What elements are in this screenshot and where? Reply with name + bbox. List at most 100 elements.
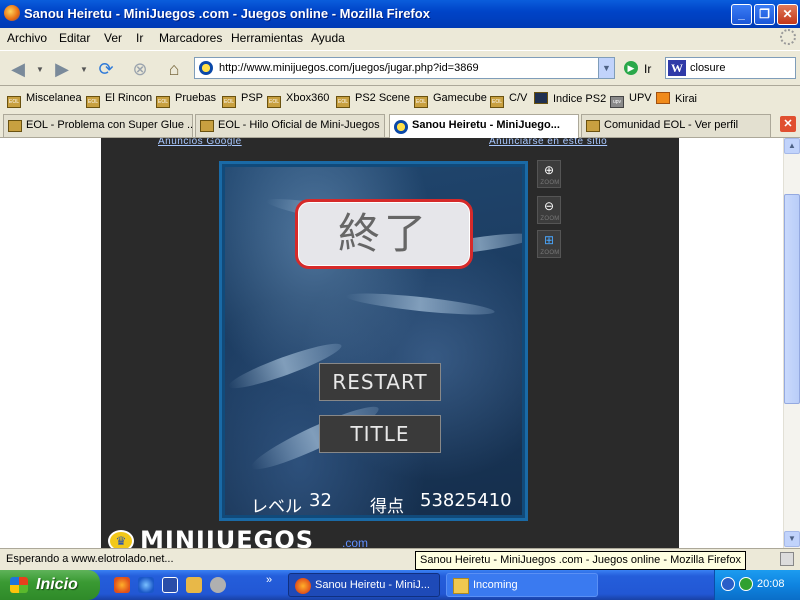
go-arrow-icon: ▶ [624,61,638,75]
search-box[interactable]: W closure [665,57,796,79]
app-quicklaunch-icon[interactable] [210,577,226,593]
scroll-thumb[interactable] [784,194,800,404]
bookmark-icon: EOL [267,96,281,108]
bookmark-label: Pruebas [175,92,216,104]
zoom-fit-icon: ⊞ [543,233,555,247]
quicklaunch-more-icon[interactable]: » [266,574,272,586]
taskbar-item-firefox[interactable]: Sanou Heiretu - MiniJ... [288,573,440,597]
advertise-link[interactable]: Anunciarse en este sitio [489,138,607,147]
page-status-icon[interactable] [780,552,794,566]
zoom-in-button[interactable]: ⊕ ZOOM [537,160,561,188]
clock[interactable]: 20:08 [757,578,785,590]
minijuegos-logo[interactable]: ♛ MINIJUEGOS .com [104,526,394,548]
zoom-out-button[interactable]: ⊖ ZOOM [537,196,561,224]
game-frame[interactable]: 終了 RESTART TITLE レベル 32 得点 53825410 [219,161,528,521]
menu-archivo[interactable]: Archivo [7,31,47,45]
bookmark-icon: EOL [336,96,350,108]
close-tab-button[interactable]: ✕ [780,116,796,132]
game-over-banner: 終了 [295,199,473,269]
bookmark-label: El Rincon [105,92,153,104]
start-button[interactable]: Inicio [0,570,100,600]
close-button[interactable]: ✕ [777,4,798,25]
bookmark-xbox360[interactable]: EOL Xbox360 [267,92,329,108]
utorrent-tray-icon[interactable] [739,577,753,591]
maximize-button[interactable]: ❐ [754,4,775,25]
menu-ayuda[interactable]: Ayuda [311,31,345,45]
restart-button[interactable]: RESTART [319,363,441,401]
bookmark-icon: EOL [156,96,170,108]
title-button[interactable]: TITLE [319,415,441,453]
menu-ir[interactable]: Ir [136,31,143,45]
status-text: Esperando a www.elotrolado.net... [6,553,174,565]
search-input[interactable]: closure [690,62,725,74]
bookmark-el-rincon[interactable]: EOL El Rincon [86,92,152,108]
bookmark-label: UPV [629,92,652,104]
zoom-fit-button[interactable]: ⊞ ZOOM [537,230,561,258]
tab-label: Comunidad EOL - Ver perfil [604,119,739,131]
scroll-down-button[interactable]: ▼ [784,531,800,547]
bookmark-psp[interactable]: EOL PSP [222,92,263,108]
menu-herramientas[interactable]: Herramientas [231,31,303,45]
ie-quicklaunch-icon[interactable] [138,577,154,593]
bookmark-kirai[interactable]: Kirai [656,92,697,105]
tab-favicon-icon [200,120,214,132]
vertical-scrollbar[interactable]: ▲ ▼ [783,138,800,548]
bookmark-indice-ps2[interactable]: Indice PS2 [534,92,606,105]
tab-label: Sanou Heiretu - MiniJuego... [412,119,560,131]
tab-favicon-icon [586,120,600,132]
tooltip: Sanou Heiretu - MiniJuegos .com - Juegos… [415,551,746,570]
scroll-up-button[interactable]: ▲ [784,138,800,154]
search-engine-icon[interactable]: W [668,60,686,76]
bookmark-icon: EOL [7,96,21,108]
navigation-toolbar: ◀ ▼ ▶ ▼ ⟳ ⊗ ⌂ http://www.minijuegos.com/… [0,50,800,86]
bookmark-label: C/V [509,92,528,104]
taskbar-item-label: Incoming [473,579,518,591]
window-title-bar[interactable]: Sanou Heiretu - MiniJuegos .com - Juegos… [0,0,800,28]
address-url[interactable]: http://www.minijuegos.com/juegos/jugar.p… [219,62,479,74]
bookmark-label: Miscelanea [26,92,82,104]
tab-favicon-icon [394,120,408,134]
bookmark-gamecube[interactable]: EOL Gamecube [414,92,487,108]
bookmark-icon: EOL [414,96,428,108]
explorer-quicklaunch-icon[interactable] [186,577,202,593]
zoom-label: ZOOM [540,180,560,186]
folder-icon [453,578,469,594]
forward-history-dropdown-icon[interactable]: ▼ [80,65,88,74]
tab-comunidad-eol[interactable]: Comunidad EOL - Ver perfil [581,114,771,137]
logo-text: MINIJUEGOS [140,526,315,548]
home-button[interactable]: ⌂ [160,55,188,83]
bookmark-label: Xbox360 [286,92,330,104]
zoom-out-icon: ⊖ [543,199,555,213]
game-status-bar: レベル 32 得点 53825410 [225,489,522,515]
back-history-dropdown-icon[interactable]: ▼ [36,65,44,74]
taskbar-item-incoming[interactable]: Incoming [446,573,598,597]
word-quicklaunch-icon[interactable] [162,577,178,593]
stop-button[interactable]: ⊗ [126,55,154,83]
bookmark-pruebas[interactable]: EOL Pruebas [156,92,216,108]
bookmark-miscelanea[interactable]: EOL Miscelanea [7,92,82,108]
bookmark-icon [534,92,548,104]
bookmark-upv[interactable]: upv UPV [610,92,652,108]
menu-editar[interactable]: Editar [59,31,90,45]
menu-ver[interactable]: Ver [104,31,122,45]
level-label: レベル [251,497,302,515]
back-button[interactable]: ◀ [4,55,32,83]
firefox-quicklaunch-icon[interactable] [114,577,130,593]
tab-favicon-icon [8,120,22,132]
site-favicon-icon [199,61,213,75]
forward-button[interactable]: ▶ [48,55,76,83]
menu-marcadores[interactable]: Marcadores [159,31,222,45]
ads-google-link[interactable]: Anuncios Google [158,138,242,147]
reload-button[interactable]: ⟳ [92,55,120,83]
bookmark-cv[interactable]: EOL C/V [490,92,527,108]
tab-eol-hilo-oficial[interactable]: EOL - Hilo Oficial de Mini-Juegos [195,114,385,137]
game-canvas[interactable]: 終了 RESTART TITLE レベル 32 得点 53825410 [225,167,522,515]
minimize-button[interactable]: _ [731,4,752,25]
address-dropdown-button[interactable]: ▼ [598,58,614,78]
tab-eol-super-glue[interactable]: EOL - Problema con Super Glue ... [3,114,193,137]
address-bar[interactable]: http://www.minijuegos.com/juegos/jugar.p… [194,57,615,79]
bookmark-ps2-scene[interactable]: EOL PS2 Scene [336,92,410,108]
tab-sanou-heiretu[interactable]: Sanou Heiretu - MiniJuego... [389,114,579,139]
zoom-in-icon: ⊕ [543,163,555,177]
network-tray-icon[interactable] [721,577,735,591]
